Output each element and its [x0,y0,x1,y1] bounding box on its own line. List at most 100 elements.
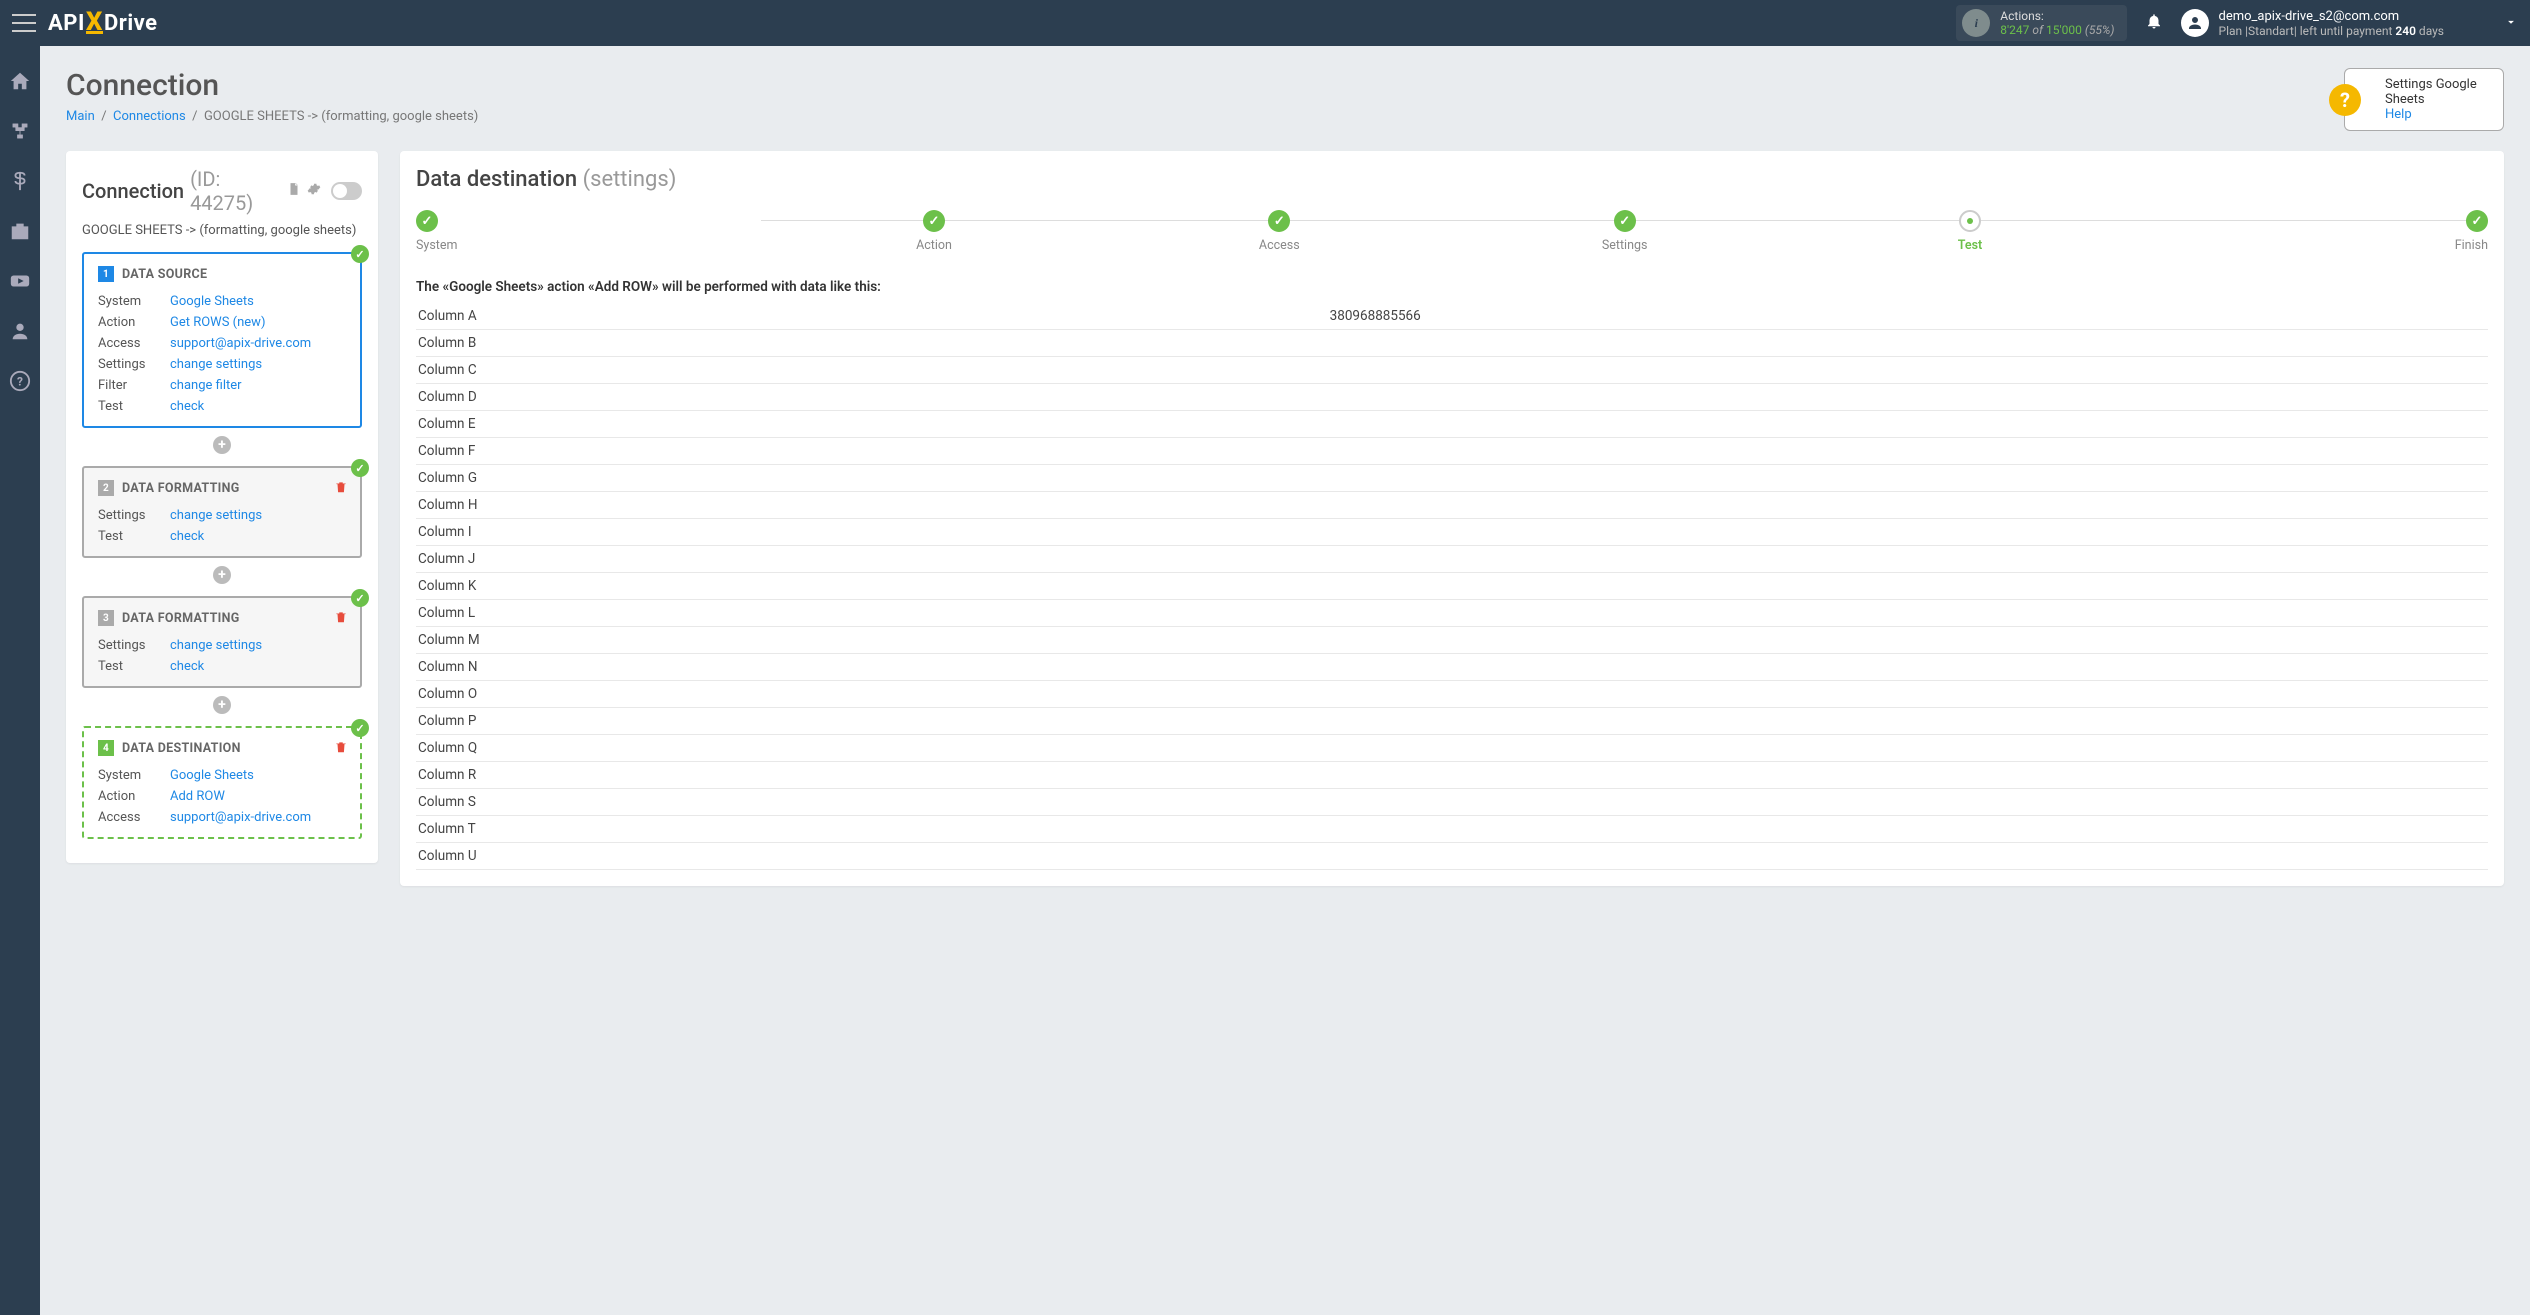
kv-row: Filterchange filter [98,378,346,393]
card-header: 4DATA DESTINATION [98,740,346,756]
card-data-formatting[interactable]: ✓ 2DATA FORMATTING Settingschange settin… [82,466,362,558]
check-icon: ✓ [351,719,369,737]
table-row: Column S [416,789,2488,816]
link-settings[interactable]: change settings [170,508,262,523]
step-action[interactable]: ✓ Action [761,210,1106,253]
card-data-destination[interactable]: ✓ 4DATA DESTINATION SystemGoogle SheetsA… [82,726,362,839]
step-test[interactable]: Test [1797,210,2142,253]
trash-icon[interactable] [334,610,348,628]
table-row: Column T [416,816,2488,843]
table-row: Column E [416,411,2488,438]
table-row: Column M [416,627,2488,654]
kv-row: Settingschange settings [98,357,346,372]
document-icon[interactable] [287,182,301,200]
step-finish[interactable]: ✓ Finish [2143,210,2488,253]
kv-row: Accesssupport@apix-drive.com [98,810,346,825]
youtube-icon[interactable] [9,270,31,292]
step-label: Test [1797,238,2142,253]
link-access[interactable]: support@apix-drive.com [170,336,311,351]
table-row: Column B [416,330,2488,357]
topbar: API X Drive i Actions: 8'247 of 15'000 (… [0,0,2530,46]
step-done-icon: ✓ [2466,210,2488,232]
link-test[interactable]: check [170,659,204,674]
help-icon[interactable]: ? [9,370,31,392]
table-row: Column O [416,681,2488,708]
kv-row: Testcheck [98,529,346,544]
actions-badge[interactable]: i Actions: 8'247 of 15'000 (55%) [1956,5,2126,41]
user-icon[interactable] [9,320,31,342]
table-row: Column J [416,546,2488,573]
kv-row: Testcheck [98,399,346,414]
destination-table: Column A380968885566Column BColumn C Colu… [416,303,2488,870]
step-access[interactable]: ✓ Access [1107,210,1452,253]
actions-total: 15'000 [2046,23,2082,37]
check-icon: ✓ [351,245,369,263]
enable-toggle[interactable] [331,182,362,200]
table-row: Column N [416,654,2488,681]
table-row: Column I [416,519,2488,546]
table-row: Column R [416,762,2488,789]
step-label: Finish [2143,238,2488,253]
step-system[interactable]: ✓ System [416,210,761,253]
home-icon[interactable] [9,70,31,92]
card-data-formatting[interactable]: ✓ 3DATA FORMATTING Settingschange settin… [82,596,362,688]
dollar-icon[interactable] [9,170,31,192]
step-label: Action [761,238,1106,253]
link-access[interactable]: support@apix-drive.com [170,810,311,825]
table-row: Column H [416,492,2488,519]
step-label: System [416,238,761,253]
help-title: Settings Google Sheets [2385,77,2489,107]
help-box[interactable]: ? Settings Google Sheets Help [2344,68,2504,131]
step-done-icon: ✓ [416,210,438,232]
step-done-icon: ✓ [1614,210,1636,232]
table-row: Column Q [416,735,2488,762]
link-system[interactable]: Google Sheets [170,294,254,309]
kv-row: ActionAdd ROW [98,789,346,804]
link-filter[interactable]: change filter [170,378,242,393]
breadcrumb-main[interactable]: Main [66,109,95,124]
table-row: Column L [416,600,2488,627]
bell-icon[interactable] [2145,12,2163,35]
gear-icon[interactable] [307,182,321,200]
destination-title: Data destination (settings) [416,167,2488,192]
step-current-icon [1959,210,1981,232]
add-step-button[interactable]: + [213,566,231,584]
actions-pct: (55%) [2085,23,2115,37]
table-row: Column C [416,357,2488,384]
destination-description: The «Google Sheets» action «Add ROW» wil… [416,279,2488,295]
avatar-icon [2181,9,2209,37]
trash-icon[interactable] [334,480,348,498]
breadcrumb: Main / Connections / GOOGLE SHEETS -> (f… [66,109,478,124]
wizard-steps: ✓ System ✓ Action ✓ Access ✓ Settings Te… [416,210,2488,253]
actions-label: Actions: [2000,9,2114,23]
link-settings[interactable]: change settings [170,357,262,372]
help-link[interactable]: Help [2385,107,2489,122]
breadcrumb-connections[interactable]: Connections [113,109,186,124]
briefcase-icon[interactable] [9,220,31,242]
link-settings[interactable]: change settings [170,638,262,653]
step-settings[interactable]: ✓ Settings [1452,210,1797,253]
step-done-icon: ✓ [923,210,945,232]
breadcrumb-current: GOOGLE SHEETS -> (formatting, google she… [204,109,478,124]
link-test[interactable]: check [170,529,204,544]
add-step-button[interactable]: + [213,696,231,714]
menu-toggle[interactable] [12,14,36,32]
kv-row: SystemGoogle Sheets [98,294,346,309]
chevron-down-icon[interactable] [2504,15,2518,32]
table-row: Column A380968885566 [416,303,2488,330]
link-test[interactable]: check [170,399,204,414]
table-row: Column F [416,438,2488,465]
sitemap-icon[interactable] [9,120,31,142]
card-data-source[interactable]: ✓ 1DATA SOURCE SystemGoogle SheetsAction… [82,252,362,428]
link-action[interactable]: Add ROW [170,789,225,804]
brand-logo[interactable]: API X Drive [48,11,158,36]
add-step-button[interactable]: + [213,436,231,454]
connection-title: Connection (ID: 44275) [82,167,362,215]
brand-x: X [86,13,103,34]
link-system[interactable]: Google Sheets [170,768,254,783]
link-action[interactable]: Get ROWS (new) [170,315,265,330]
trash-icon[interactable] [334,740,348,758]
connection-id: (ID: 44275) [190,167,281,215]
user-block[interactable]: demo_apix-drive_s2@com.com Plan |Standar… [2181,9,2445,38]
svg-text:?: ? [17,375,23,389]
